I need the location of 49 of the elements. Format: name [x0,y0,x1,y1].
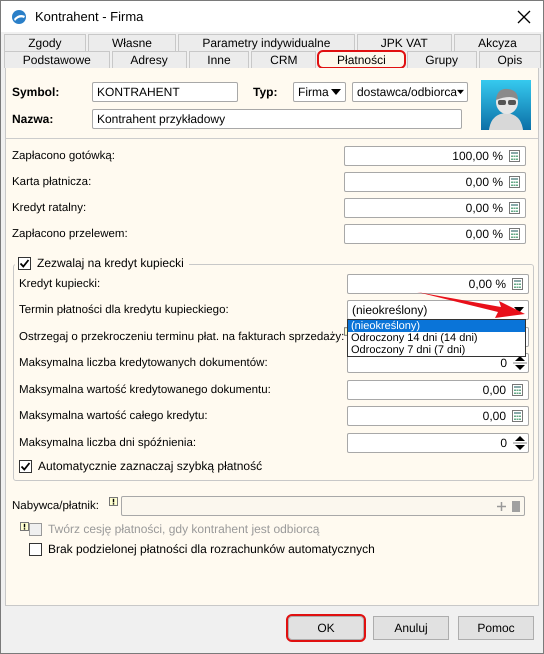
tab[interactable]: Adresy [112,51,186,68]
percent-field[interactable]: 0,00 % [344,224,526,244]
field-label: Termin płatności dla kredytu kupieckiego: [19,304,229,316]
amount-field[interactable]: 0,00 [347,406,529,426]
name-field[interactable]: Kontrahent przykładowy [92,108,462,128]
number-field[interactable]: 0 [347,432,529,453]
percent-field[interactable]: 0,00 % [344,198,526,218]
type-dropdown[interactable]: Firma [293,82,346,102]
dropdown-option[interactable]: Odroczony 14 dni (14 dni) [348,332,525,344]
type-label: Typ: [253,84,278,98]
checkbox-label: Twórz cesję płatności, gdy kontrahent jest odbiorcą [48,522,320,536]
tab[interactable]: Akcyza [454,34,541,51]
tab[interactable]: Płatności [318,51,405,68]
field-label: Maksymalna liczba kredytowanych dokumentów: [19,357,268,370]
field-label: Maksymalna wartość kredytowanego dokumentu: [19,384,271,396]
field-label: Maksymalna liczba dni spóźnienia: [19,436,196,449]
tab[interactable]: CRM [251,51,316,68]
checkbox-label: Automatycznie zaznaczaj szybką płatność [38,459,262,473]
field-label: Ostrzegaj o przekroczeniu terminu płat. na fakturach sprzedaży: [19,330,344,343]
field-label: Zapłacono gotówką: [12,150,115,162]
tab[interactable]: Grupy [406,51,477,68]
tab[interactable]: JPK VAT [356,34,452,51]
tab[interactable]: Inne [188,51,250,68]
field-label: Zapłacono przelewem: [12,228,128,240]
field-label: Kredyt ratalny: [12,202,86,214]
checkbox-label: Brak podzielonej płatności dla rozrachunków automatycznych [48,542,375,556]
window-title: Kontrahent - Firma [35,9,144,24]
field-label: Maksymalna wartość całego kredytu: [19,410,208,422]
percent-field[interactable]: 100,00 % [344,146,526,166]
dialog-button[interactable]: Anuluj [373,616,449,640]
amount-field[interactable]: 0,00 % [347,274,529,294]
field-label: Karta płatnicza: [12,176,92,188]
field-label: Nabywca/płatnik: [12,500,99,512]
dropdown-option[interactable]: (nieokreślony) [348,320,525,332]
role-dropdown[interactable]: dostawca/odbiorca [352,82,468,102]
tab[interactable]: Opis [478,51,541,68]
name-label: Nazwa: [12,112,54,126]
amount-field[interactable]: 0,00 [347,380,529,400]
tab[interactable]: Parametry indywidualne [178,34,355,51]
checkbox-label: Zezwalaj na kredyt kupiecki [37,256,184,270]
tab[interactable]: Podstawowe [4,51,110,68]
dialog-button[interactable]: Pomoc [458,616,534,640]
symbol-field[interactable]: KONTRAHENT [92,82,238,102]
symbol-label: Symbol: [12,84,60,98]
field-label: Kredyt kupiecki: [19,278,100,290]
dialog-button[interactable]: OK [288,616,364,640]
percent-field[interactable]: 0,00 % [344,172,526,192]
tab[interactable]: Własne [88,34,176,51]
tab[interactable]: Zgody [4,34,86,51]
